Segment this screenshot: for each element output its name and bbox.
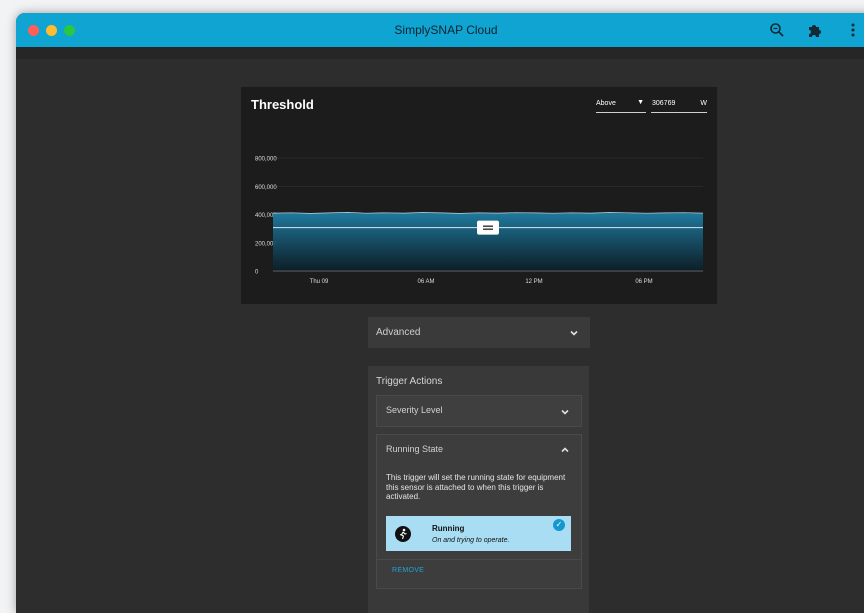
trigger-actions-panel: Trigger Actions Severity Level Running S… <box>368 366 589 613</box>
running-person-icon <box>395 526 411 542</box>
y-tick-label: 600,000 <box>255 185 277 191</box>
threshold-title: Threshold <box>251 97 314 112</box>
chevron-down-icon <box>570 330 578 336</box>
running-state-section: Running State This trigger will set the … <box>376 434 582 589</box>
y-tick-label: 0 <box>255 270 259 276</box>
extension-icon[interactable] <box>806 21 824 39</box>
x-tick-label: 06 AM <box>417 279 434 285</box>
severity-level-expander[interactable]: Severity Level <box>376 395 582 427</box>
dropdown-caret-icon: ▼ <box>637 99 644 106</box>
chevron-down-icon <box>561 409 569 415</box>
threshold-value: 306769 <box>652 100 676 107</box>
chevron-up-icon[interactable] <box>560 445 570 455</box>
divider <box>377 559 581 560</box>
app-window: SimplySNAP Cloud 800,000 600,000 400,000 20… <box>16 13 864 613</box>
x-tick-label: 12 PM <box>525 279 542 285</box>
severity-level-label: Severity Level <box>386 405 443 415</box>
running-state-label: Running State <box>386 444 444 454</box>
sub-toolbar <box>16 47 864 59</box>
threshold-value-input[interactable]: 306769 W <box>651 98 707 113</box>
direction-value: Above <box>596 100 616 107</box>
advanced-expander[interactable]: Advanced <box>368 317 590 348</box>
advanced-label: Advanced <box>376 327 421 338</box>
check-icon: ✓ <box>553 519 565 531</box>
state-name: Running <box>432 524 465 533</box>
x-tick-label: Thu 09 <box>310 279 329 285</box>
trigger-actions-title: Trigger Actions <box>376 376 443 387</box>
zoom-icon[interactable] <box>768 21 786 39</box>
y-tick-label: 800,000 <box>255 157 277 163</box>
more-vert-icon[interactable] <box>844 21 862 39</box>
remove-button[interactable]: REMOVE <box>392 567 424 574</box>
threshold-chart: 800,000600,000400,000200,0000Thu 09 06 AM… <box>255 157 704 285</box>
app-title: SimplySNAP Cloud <box>394 23 498 37</box>
threshold-card: 800,000 600,000 400,000 200,000 0 Thu 09 06 AM… <box>241 87 717 304</box>
threshold-drag-handle[interactable] <box>477 220 499 235</box>
state-subtitle: On and trying to operate. <box>432 537 510 544</box>
title-bar: SimplySNAP Cloud <box>16 13 864 47</box>
threshold-unit: W <box>700 100 707 107</box>
running-state-option[interactable]: Running On and trying to operate. ✓ <box>386 516 571 551</box>
x-tick-label: 06 PM <box>635 279 652 285</box>
direction-select[interactable]: Above ▼ <box>596 98 646 113</box>
running-state-description: This trigger will set the running state … <box>386 473 566 501</box>
